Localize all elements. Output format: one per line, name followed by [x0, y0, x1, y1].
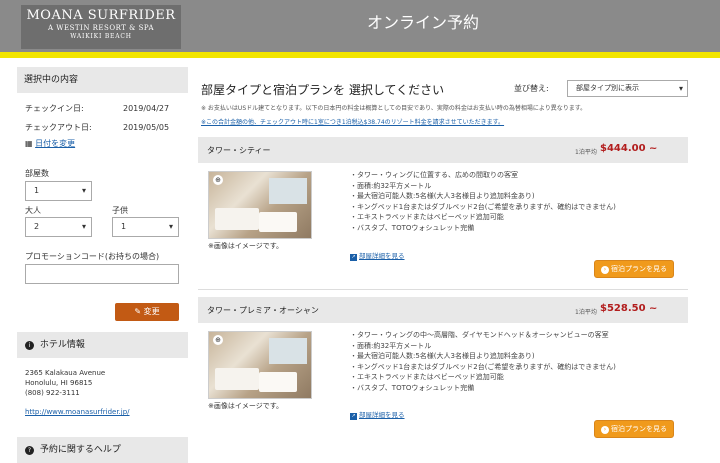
room-name: タワー・シティー [207, 146, 271, 155]
sort-label: 並び替え: [514, 84, 549, 93]
zoom-icon[interactable]: ⊕ [213, 335, 223, 345]
sort-value: 部屋タイプ別に表示 [576, 84, 639, 92]
header-stripe [0, 52, 720, 58]
feature-item: ・タワー・ウィングの中～高層階、ダイヤモンドヘッド＆オーシャンビューの客室 [350, 331, 609, 339]
room-features: ・タワー・ウィングに位置する、広めの間取りの客室 ・面積:約32平方メートル ・… [350, 170, 616, 233]
room-detail-link[interactable]: ↗ 部屋詳細を見る [350, 409, 405, 420]
feature-item: ・最大宿泊可能人数:5名様(大人3名様目より追加料金あり) [350, 192, 535, 200]
currency-note: ※ お支払いはUSドル建てとなります。以下の日本円の料金は概算としての目安であり… [201, 105, 587, 112]
view-plans-button[interactable]: › 宿泊プランを見る [594, 420, 674, 438]
page-title: オンライン予約 [367, 13, 480, 32]
room-detail-link[interactable]: ↗ 部屋詳細を見る [350, 250, 405, 261]
zoom-icon[interactable]: ⊕ [213, 175, 223, 185]
hotel-address: 2365 Kalakaua Avenue Honolulu, HI 96815 … [25, 368, 105, 398]
sidebar: 選択中の内容 チェックイン日: 2019/04/27 チェックアウト日: 201… [17, 67, 188, 463]
change-dates-row: ▦ 日付を変更 [17, 136, 188, 152]
promo-label: プロモーションコード(お持ちの場合) [25, 252, 160, 261]
calendar-icon: ▦ [25, 139, 33, 148]
detail-icon: ↗ [350, 413, 357, 420]
checkout-value: 2019/05/05 [123, 123, 170, 132]
checkin-label: チェックイン日: [25, 104, 84, 113]
change-dates-link[interactable]: 日付を変更 [35, 139, 75, 148]
help-title: 予約に関するヘルプ [39, 445, 121, 455]
photo-note: ※画像はイメージです。 [208, 402, 284, 410]
change-button[interactable]: ✎ 変更 [115, 303, 179, 321]
room-detail-label: 部屋詳細を見る [359, 411, 405, 419]
room-card: タワー・シティー 1泊平均 $444.00 ~ ⊕ ※画像はイメージです。 ・タ… [198, 137, 688, 282]
feature-item: ・最大宿泊可能人数:5名様(大人3名様目より追加料金あり) [350, 352, 535, 360]
room-header: タワー・シティー 1泊平均 $444.00 ~ [198, 137, 688, 163]
logo-line1: MOANA SURFRIDER [26, 8, 176, 23]
selection-title: 選択中の内容 [17, 67, 188, 93]
checkout-label: チェックアウト日: [25, 123, 92, 132]
rooms-label: 部屋数 [25, 169, 49, 178]
children-value: 1 [121, 222, 127, 231]
hotel-info-title: ホテル情報 [39, 340, 85, 350]
help-icon: ? [25, 446, 34, 455]
checkin-value: 2019/04/27 [123, 104, 170, 113]
photo-bed [215, 208, 259, 230]
avg-label: 1泊平均 [575, 149, 597, 156]
photo-bed [215, 368, 259, 390]
adults-value: 2 [34, 222, 40, 231]
arrow-right-icon: › [601, 266, 609, 274]
sort-select[interactable]: 部屋タイプ別に表示 [567, 80, 688, 97]
view-plans-label: 宿泊プランを見る [611, 425, 667, 433]
feature-item: ・タワー・ウィングに位置する、広めの間取りの客室 [350, 171, 518, 179]
feature-item: ・キングベッド1台またはダブルベッド2台(ご希望を承りますが、確約はできません) [350, 202, 616, 211]
photo-bed [259, 212, 297, 232]
promo-input[interactable] [25, 264, 179, 284]
children-select[interactable]: 1 [112, 217, 179, 237]
feature-item: ・バスタブ、TOTOウォシュレット完備 [350, 383, 475, 392]
room-card: タワー・プレミア・オーシャン 1泊平均 $528.50 ~ ⊕ ※画像はイメージ… [198, 297, 688, 457]
header: MOANA SURFRIDER A WESTIN RESORT & SPA WA… [0, 0, 720, 52]
address-line2: Honolulu, HI 96815 [25, 379, 93, 387]
address-line1: 2365 Kalakaua Avenue [25, 369, 106, 377]
adults-label: 大人 [25, 206, 41, 215]
photo-bed [259, 372, 297, 392]
view-plans-label: 宿泊プランを見る [611, 265, 667, 273]
room-detail-label: 部屋詳細を見る [359, 252, 405, 260]
adults-select[interactable]: 2 [25, 217, 92, 237]
photo-window [269, 338, 307, 364]
hotel-website-link[interactable]: http://www.moanasurfrider.jp/ [25, 408, 130, 416]
feature-item: ・面積:約32平方メートル [350, 181, 432, 190]
rooms-value: 1 [34, 186, 40, 195]
arrow-right-icon: › [601, 426, 609, 434]
logo-line2: A WESTIN RESORT & SPA [48, 24, 154, 32]
divider [198, 289, 688, 290]
logo-line3: WAIKIKI BEACH [70, 33, 132, 40]
hotel-info-header: i ホテル情報 [17, 332, 188, 358]
resort-fee-note[interactable]: ※この合計金額の他、チェックアウト時に1室につき1泊税込$38.74のリゾート料… [201, 117, 504, 126]
room-features: ・タワー・ウィングの中～高層階、ダイヤモンドヘッド＆オーシャンビューの客室 ・面… [350, 330, 616, 393]
detail-icon: ↗ [350, 254, 357, 261]
edit-icon: ✎ [134, 307, 142, 316]
feature-item: ・キングベッド1台またはダブルベッド2台(ご希望を承りますが、確約はできません) [350, 362, 616, 371]
photo-note: ※画像はイメージです。 [208, 242, 284, 250]
checkout-row: チェックアウト日: 2019/05/05 [17, 120, 188, 136]
change-button-label: 変更 [143, 307, 160, 316]
rooms-select[interactable]: 1 [25, 181, 92, 201]
photo-window [269, 178, 307, 204]
feature-item: ・エキストラベッドまたはベビーベッド追加可能 [350, 213, 504, 221]
avg-label: 1泊平均 [575, 309, 597, 316]
view-plans-button[interactable]: › 宿泊プランを見る [594, 260, 674, 278]
children-label: 子供 [112, 206, 128, 215]
checkin-row: チェックイン日: 2019/04/27 [17, 101, 188, 117]
hotel-logo[interactable]: MOANA SURFRIDER A WESTIN RESORT & SPA WA… [21, 5, 181, 49]
room-header: タワー・プレミア・オーシャン 1泊平均 $528.50 ~ [198, 297, 688, 323]
room-name: タワー・プレミア・オーシャン [207, 306, 319, 315]
room-photo[interactable]: ⊕ [208, 171, 312, 239]
room-price: $528.50 ~ [600, 303, 658, 314]
feature-item: ・バスタブ、TOTOウォシュレット完備 [350, 223, 475, 232]
feature-item: ・面積:約32平方メートル [350, 341, 432, 350]
info-icon: i [25, 341, 34, 350]
feature-item: ・エキストラベッドまたはベビーベッド追加可能 [350, 373, 504, 381]
room-price: $444.00 ~ [600, 143, 658, 154]
main-title: 部屋タイプと宿泊プランを 選択してください [201, 83, 445, 97]
help-header[interactable]: ? 予約に関するヘルプ [17, 437, 188, 463]
phone: (808) 922-3111 [25, 389, 80, 397]
room-photo[interactable]: ⊕ [208, 331, 312, 399]
